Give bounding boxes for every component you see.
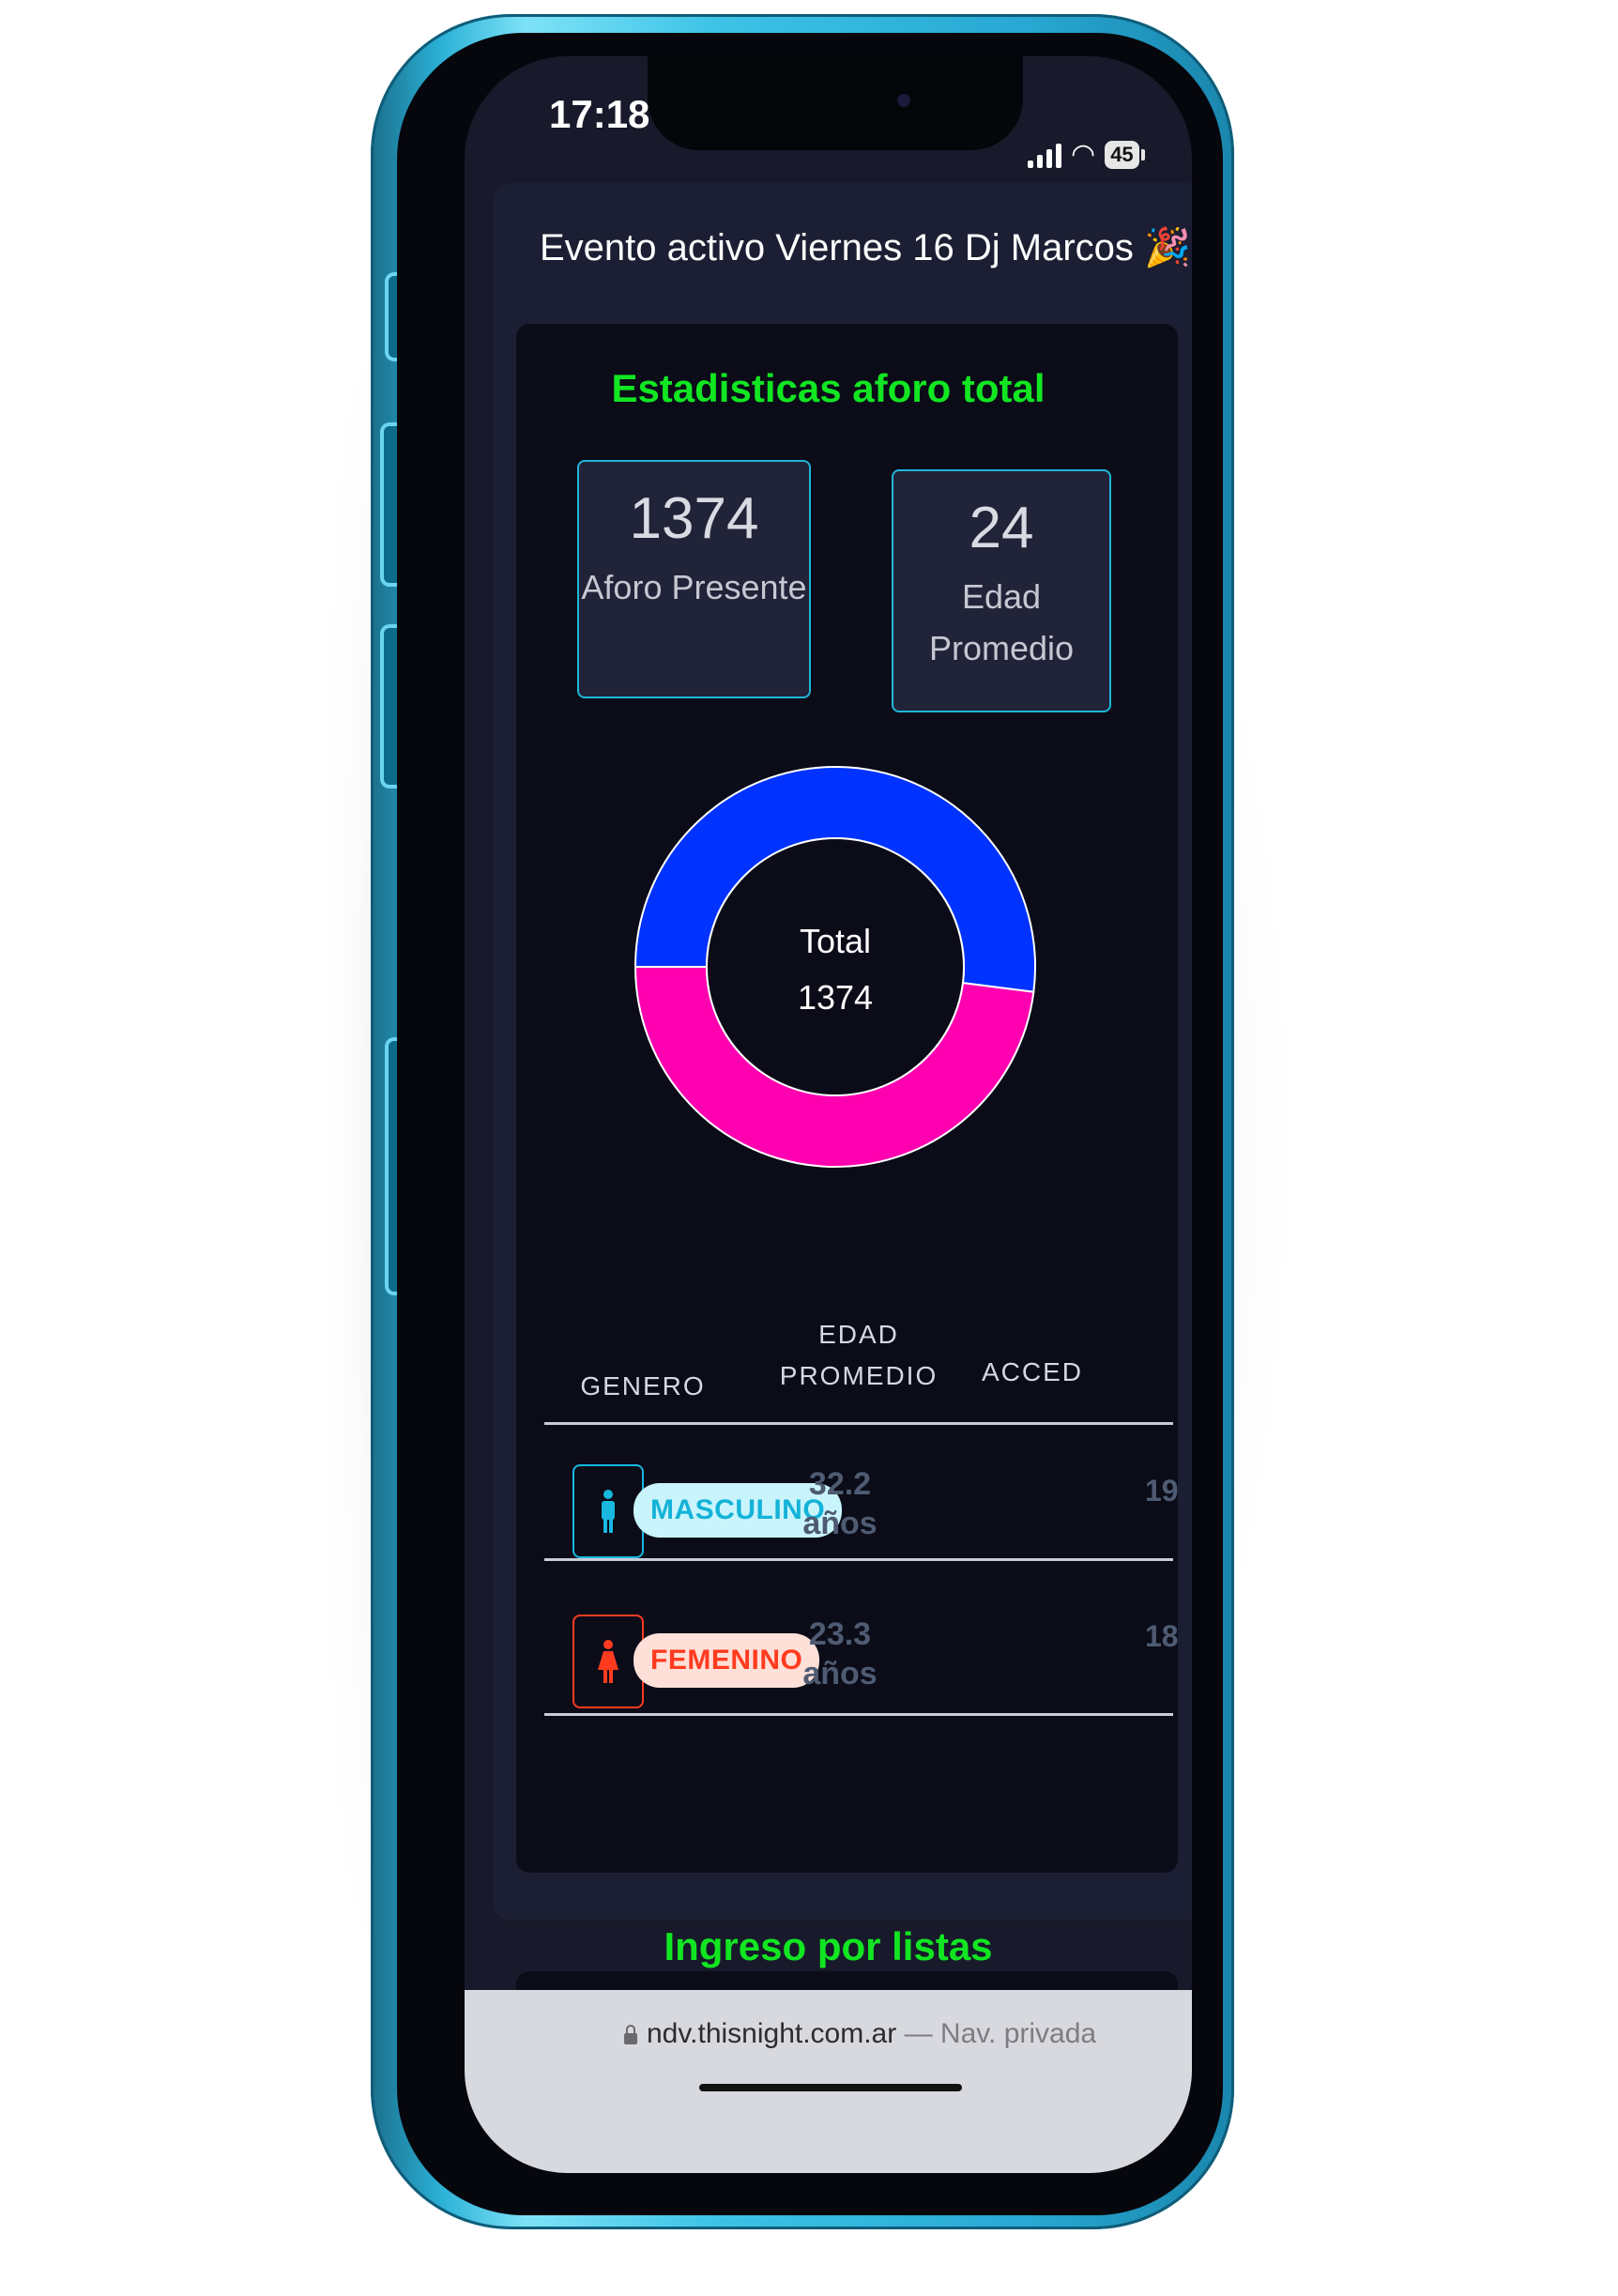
gender-donut-chart[interactable]: Total 1374 (633, 765, 1037, 1169)
edad-value: 24 (969, 496, 1034, 560)
phone-screen: 17:18 ◠ 45 Evento activo Viernes 16 Dj M… (465, 56, 1192, 2173)
camera-icon (897, 94, 910, 107)
th-edad: EDAD PROMEDIO (774, 1314, 943, 1397)
signal-icon (1028, 142, 1061, 168)
status-icons: ◠ 45 (1028, 139, 1146, 170)
row-divider (544, 1558, 1173, 1561)
acceso-cell: 18 (1145, 1619, 1179, 1653)
browser-bar: ndv.thisnight.com.ar — Nav. privada (465, 1990, 1192, 2173)
lock-icon (624, 2025, 637, 2044)
edad-unit: años (802, 1506, 878, 1541)
male-icon (602, 1490, 615, 1533)
donut-center-value: 1374 (798, 978, 873, 1017)
edad-label-line2: Promedio (928, 629, 1075, 667)
status-time: 17:18 (549, 92, 650, 136)
home-indicator[interactable] (699, 2084, 962, 2091)
listas-title: Ingreso por listas (664, 1924, 993, 1968)
edad-unit: años (802, 1656, 878, 1691)
edad-value: 32.2 (808, 1466, 872, 1502)
row-divider (544, 1713, 1173, 1716)
edad-cell: 23.3 años (765, 1615, 915, 1693)
th-edad-line2: PROMEDIO (779, 1361, 939, 1390)
aforo-value: 1374 (629, 486, 759, 551)
aforo-label: Aforo Presente (581, 568, 807, 606)
donut-hole (706, 837, 965, 1096)
notch (648, 56, 1023, 150)
url-text: ndv.thisnight.com.ar (647, 2018, 897, 2049)
acceso-cell: 19 (1145, 1474, 1179, 1508)
header-divider (544, 1422, 1173, 1425)
edad-label-line1: Edad (961, 577, 1042, 616)
edad-label: Edad Promedio (893, 571, 1109, 674)
donut-center-label: Total (800, 922, 871, 960)
edad-cell: 32.2 años (765, 1464, 915, 1543)
aforo-stat-box[interactable]: 1374 Aforo Presente (577, 460, 811, 698)
stats-title: Estadisticas aforo total (611, 366, 1046, 410)
th-edad-line1: EDAD (818, 1320, 899, 1349)
th-acceso: ACCED (981, 1357, 1083, 1386)
wifi-icon: ◠ (1071, 139, 1096, 170)
event-title: Evento activo Viernes 16 Dj Marcos 🎉 (540, 227, 1191, 268)
battery-icon: 45 (1105, 141, 1146, 169)
female-icon (598, 1640, 618, 1683)
th-genero: GENERO (580, 1371, 706, 1401)
address-bar[interactable]: ndv.thisnight.com.ar — Nav. privada (624, 2018, 1096, 2050)
private-mode-label: — Nav. privada (904, 2018, 1097, 2049)
edad-value: 23.3 (808, 1616, 872, 1652)
edad-stat-box[interactable]: 24 Edad Promedio (892, 469, 1111, 712)
